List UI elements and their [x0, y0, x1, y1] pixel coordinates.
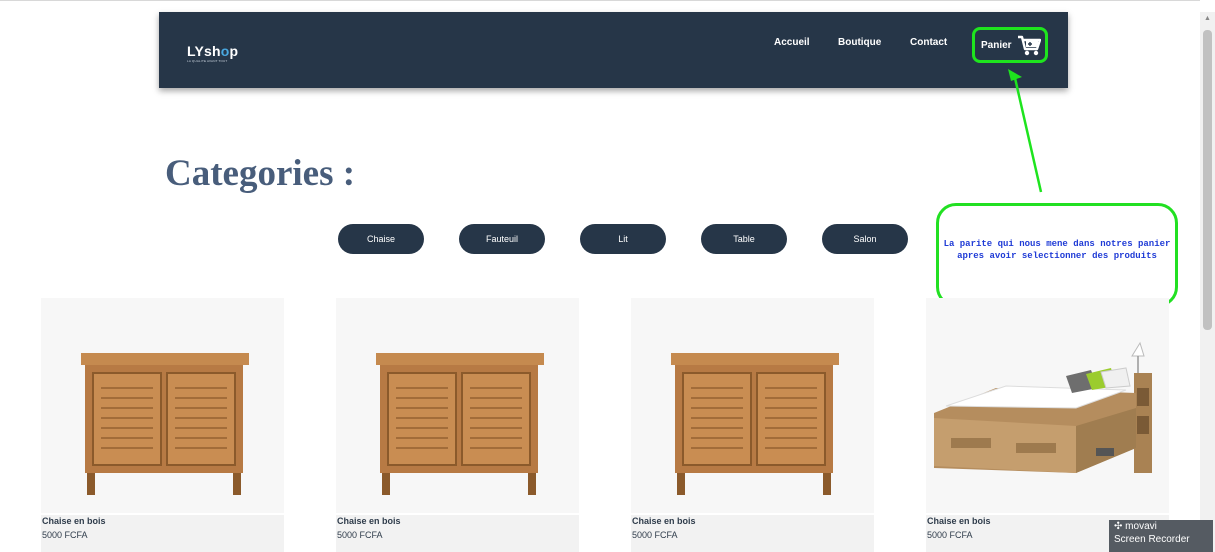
- category-button-lit[interactable]: Lit: [580, 224, 666, 254]
- product-card[interactable]: Chaise en bois 5000 FCFA: [631, 298, 874, 552]
- watermark-brand: movavi: [1125, 521, 1157, 532]
- scrollbar-thumb[interactable]: [1203, 30, 1212, 330]
- page-title: Categories :: [165, 153, 356, 194]
- product-price: 5000 FCFA: [42, 530, 88, 540]
- product-card[interactable]: Chaise en bois 5000 FCFA: [41, 298, 284, 552]
- movavi-logo-icon: ✣: [1114, 521, 1123, 532]
- product-name[interactable]: Chaise en bois: [632, 516, 696, 526]
- category-button-salon[interactable]: Salon: [822, 224, 908, 254]
- product-name[interactable]: Chaise en bois: [927, 516, 991, 526]
- annotation-callout: La parite qui nous mene dans notres pani…: [936, 203, 1178, 307]
- product-name[interactable]: Chaise en bois: [337, 516, 401, 526]
- category-button-chaise[interactable]: Chaise: [338, 224, 424, 254]
- product-price: 5000 FCFA: [632, 530, 678, 540]
- product-name[interactable]: Chaise en bois: [42, 516, 106, 526]
- product-price: 5000 FCFA: [337, 530, 383, 540]
- product-info: Chaise en bois 5000 FCFA: [41, 515, 284, 552]
- category-button-table[interactable]: Table: [701, 224, 787, 254]
- product-price: 5000 FCFA: [927, 530, 973, 540]
- product-info: Chaise en bois 5000 FCFA: [631, 515, 874, 552]
- product-card[interactable]: Chaise en bois 5000 FCFA: [336, 298, 579, 552]
- product-image-cabinet[interactable]: [41, 298, 284, 513]
- product-image-cabinet[interactable]: [631, 298, 874, 513]
- watermark-product: Screen Recorder: [1114, 534, 1190, 545]
- page-scrollbar[interactable]: ▲: [1200, 12, 1215, 552]
- product-image-cabinet[interactable]: [336, 298, 579, 513]
- category-button-fauteuil[interactable]: Fauteuil: [459, 224, 545, 254]
- scroll-up-arrow-icon[interactable]: ▲: [1204, 15, 1211, 22]
- recorder-watermark: ✣ movavi Screen Recorder: [1109, 520, 1213, 552]
- product-image-bed[interactable]: [926, 298, 1169, 513]
- product-info: Chaise en bois 5000 FCFA: [336, 515, 579, 552]
- product-card[interactable]: Chaise en bois 5000 FCFA: [926, 298, 1169, 552]
